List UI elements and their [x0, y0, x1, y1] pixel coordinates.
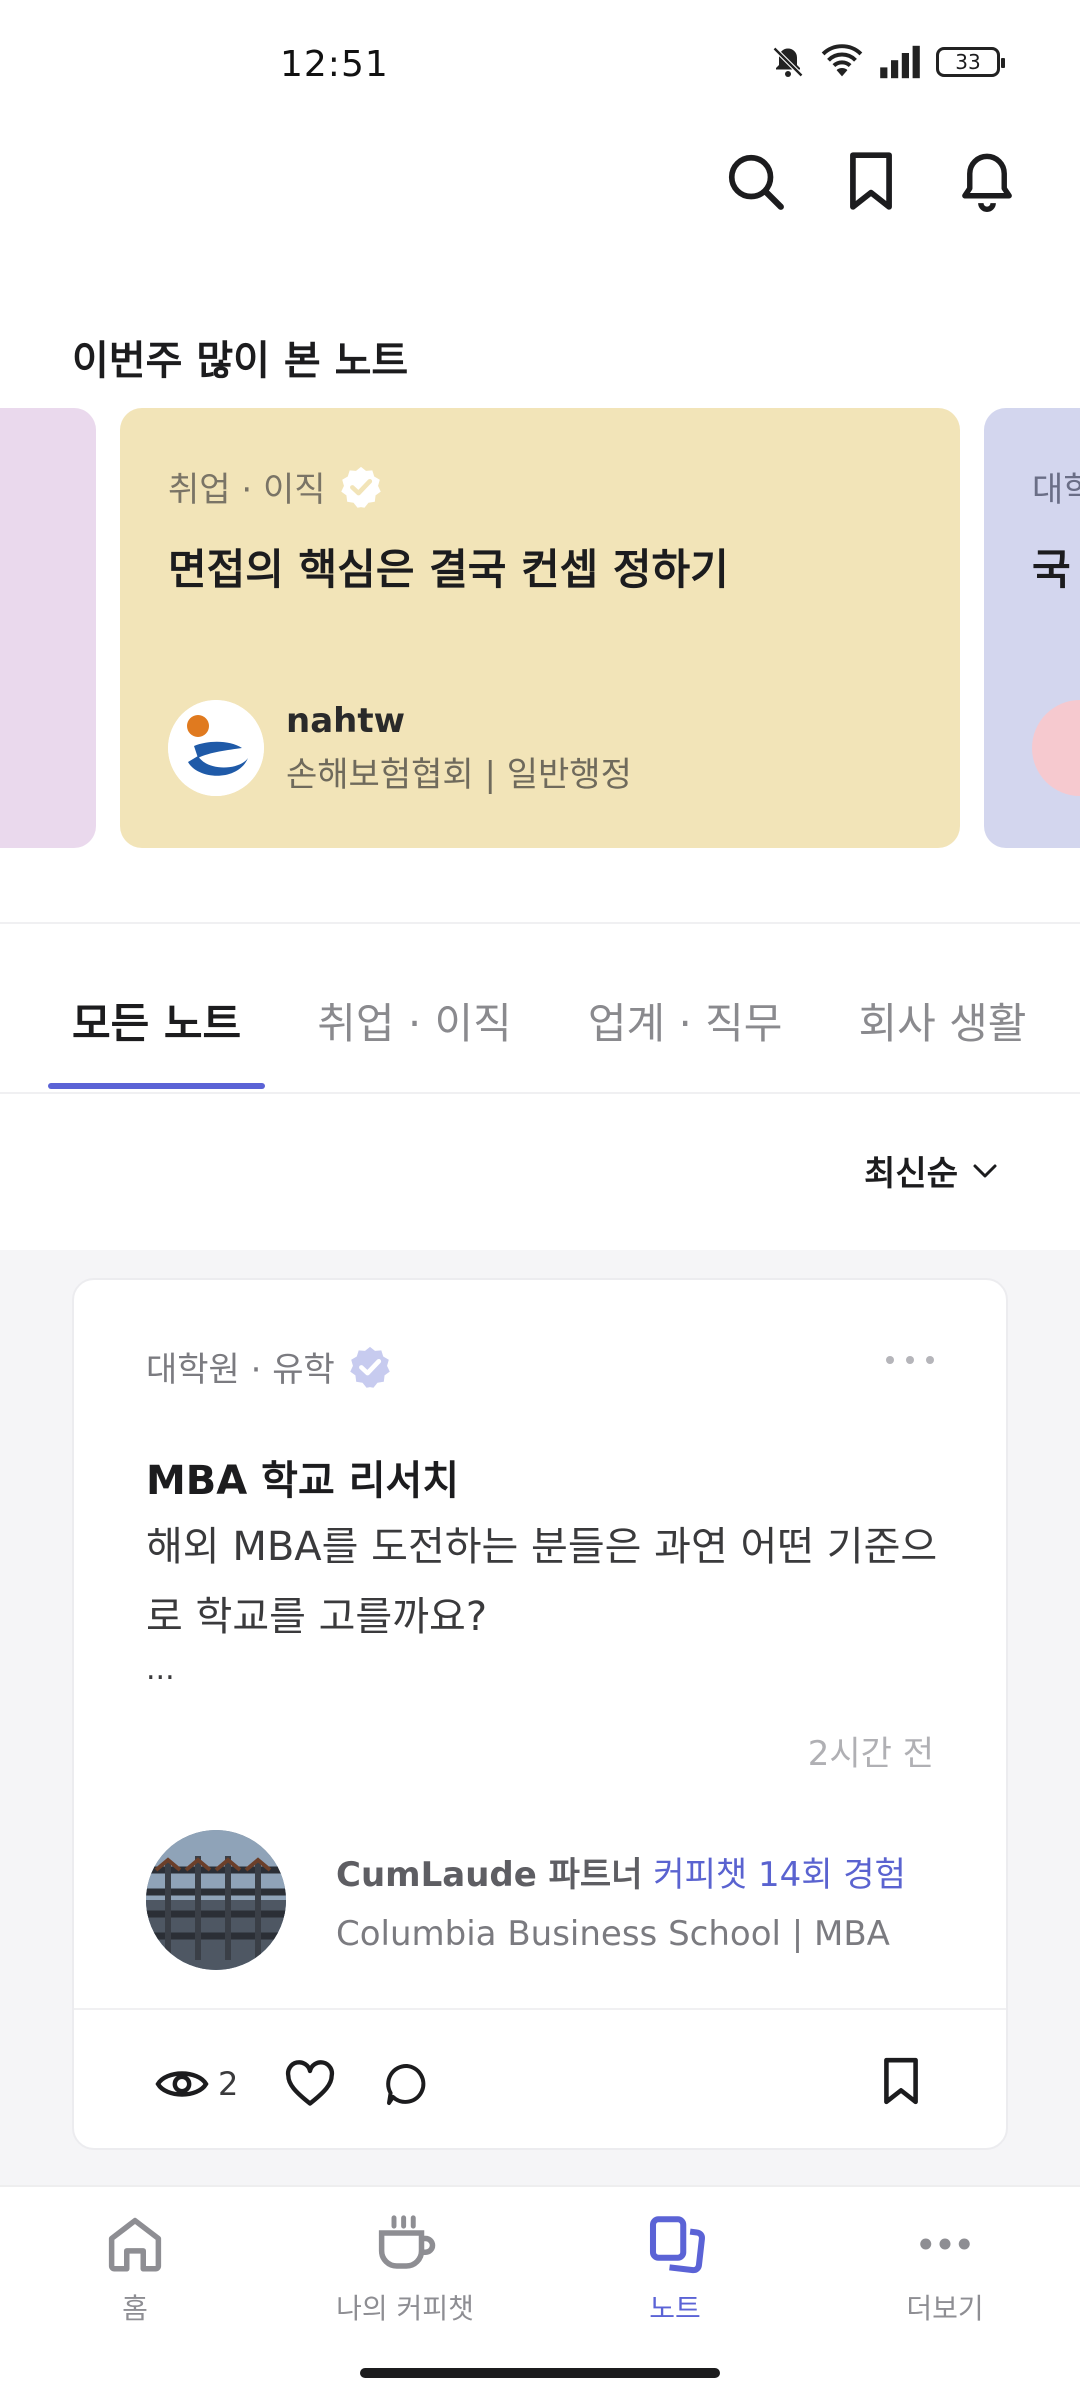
home-indicator [360, 2368, 720, 2378]
comment-icon[interactable] [382, 2060, 432, 2108]
nav-notes-label: 노트 [649, 2292, 701, 2325]
bookmark-icon [850, 152, 892, 210]
status-bar: 12:51 33 [0, 0, 1080, 120]
more-options-button[interactable] [886, 1356, 934, 1364]
popular-card-prev[interactable] [0, 408, 96, 848]
wifi-icon [821, 44, 863, 77]
heart-icon[interactable] [284, 2060, 336, 2108]
status-time: 12:51 [280, 44, 389, 85]
section-divider [0, 922, 1080, 924]
author-avatar [1032, 700, 1080, 796]
note-time: 2시간 전 [807, 1734, 934, 1774]
tabs-divider [0, 1092, 1080, 1094]
tab-all-notes[interactable]: 모든 노트 [47, 990, 266, 1089]
battery-icon: 33 [936, 47, 1005, 77]
views-count: 2 [154, 2063, 238, 2105]
note-ellipsis: ... [146, 1652, 175, 1687]
avatar-photo [146, 1830, 286, 1970]
author-line: CumLaude 파트너 커피챗 14회 경험 [336, 1847, 906, 1896]
more-icon [920, 2238, 970, 2250]
popular-card-next[interactable]: 대학 국 [984, 408, 1080, 848]
note-body: 해외 MBA를 도전하는 분들은 과연 어떤 기준으로 학교를 고를까요? [146, 1524, 938, 1640]
home-icon [108, 2217, 162, 2272]
note-category-label: 대학원 · 유학 [146, 1350, 335, 1390]
note-bookmark-button[interactable] [880, 2056, 922, 2110]
popular-carousel[interactable]: 취업 · 이직 면접의 핵심은 결국 컨셉 정하기 nahtw 손해보험협회 |… [0, 408, 1080, 848]
search-icon [728, 154, 784, 210]
nav-more-label: 더보기 [906, 2292, 984, 2325]
popular-card[interactable]: 취업 · 이직 면접의 핵심은 결국 컨셉 정하기 nahtw 손해보험협회 |… [120, 408, 960, 848]
chevron-down-icon [973, 1164, 997, 1177]
card-title: 면접의 핵심은 결국 컨셉 정하기 [168, 545, 729, 594]
note-actions: 2 [154, 2060, 432, 2108]
bookmark-icon [884, 2057, 918, 2105]
note-category: 대학원 · 유학 [146, 1342, 393, 1391]
note-card[interactable]: 대학원 · 유학 MBA 학교 리서치 해외 MBA를 도전하는 분들은 과연 … [72, 1278, 1008, 2150]
verified-icon [350, 1346, 390, 1388]
author-info: nahtw 손해보험협회 | 일반행정 [286, 701, 632, 796]
views-value: 2 [218, 2065, 239, 2103]
note-divider [74, 2008, 1006, 2010]
nav-notes[interactable]: 노트 [575, 2211, 775, 2327]
eye-icon [155, 2071, 209, 2097]
nav-more[interactable]: 더보기 [845, 2211, 1045, 2327]
note-author[interactable]: CumLaude 파트너 커피챗 14회 경험 Columbia Busines… [146, 1830, 906, 1970]
nav-home[interactable]: 홈 [35, 2211, 235, 2327]
header-actions [722, 148, 1020, 214]
section-title-popular: 이번주 많이 본 노트 [72, 338, 409, 384]
verified-icon [340, 466, 381, 508]
author-org: 손해보험협회 | 일반행정 [286, 754, 632, 795]
coffee-chat-count: 커피챗 14회 경험 [653, 1854, 906, 1895]
tab-company-life[interactable]: 회사 생활 [858, 990, 1026, 1089]
more-icon [886, 1356, 894, 1364]
card-title: 국 [1032, 545, 1071, 594]
author-org: Columbia Business School | MBA [336, 1913, 890, 1954]
mute-icon [772, 46, 804, 78]
search-button[interactable] [722, 148, 788, 214]
card-category-label: 대학 [1032, 470, 1080, 510]
tab-jobs[interactable]: 취업 · 이직 [317, 990, 512, 1089]
category-tabs: 모든 노트 취업 · 이직 업계 · 직무 회사 생활 [47, 990, 1080, 1089]
nav-my-coffeechat[interactable]: 나의 커피챗 [305, 2211, 505, 2327]
card-category-label: 취업 · 이직 [168, 470, 326, 510]
coffee-cup-icon [378, 2215, 436, 2269]
author-name: CumLaude 파트너 [336, 1854, 643, 1895]
tab-industry[interactable]: 업계 · 직무 [588, 990, 783, 1089]
author-name: nahtw [286, 700, 406, 741]
author-avatar [168, 700, 264, 796]
note-title: MBA 학교 리서치 [146, 1458, 460, 1504]
nav-my-coffeechat-label: 나의 커피챗 [336, 2292, 474, 2325]
sort-label: 최신순 [864, 1154, 958, 1194]
notes-icon [649, 2216, 705, 2274]
org-logo-icon [168, 700, 264, 796]
sort-dropdown[interactable]: 최신순 [864, 1146, 1000, 1195]
card-category: 취업 · 이직 [168, 462, 384, 511]
status-icons: 33 [770, 44, 1005, 80]
notifications-button[interactable] [954, 148, 1020, 214]
card-author: nahtw 손해보험협회 | 일반행정 [168, 700, 632, 796]
author-avatar [146, 1830, 286, 1970]
signal-icon [880, 45, 920, 79]
bell-icon [962, 153, 1012, 212]
note-author-info: CumLaude 파트너 커피챗 14회 경험 Columbia Busines… [336, 1847, 906, 1954]
nav-home-label: 홈 [122, 2292, 148, 2325]
bookmark-button[interactable] [838, 148, 904, 214]
